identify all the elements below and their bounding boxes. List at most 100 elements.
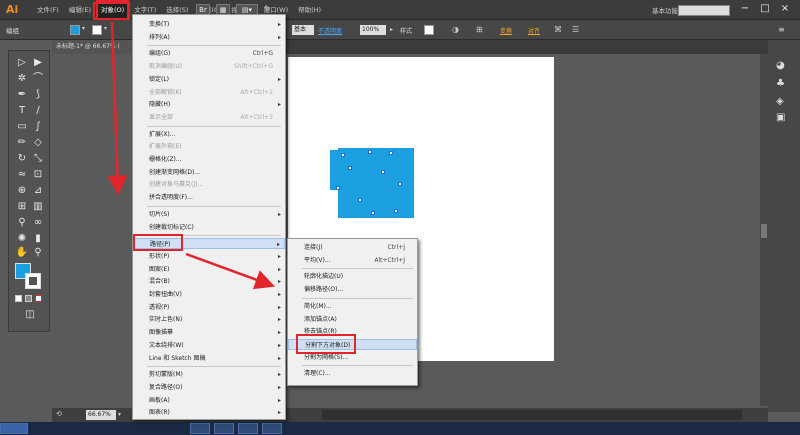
pencil-tool-icon[interactable]: ✏ bbox=[15, 137, 29, 149]
pen-tool-icon[interactable]: ✒ bbox=[15, 89, 29, 101]
selection-tool-icon[interactable]: ▷ bbox=[15, 57, 29, 69]
isolate-icon[interactable]: ⌘ bbox=[554, 25, 562, 34]
menu-option[interactable]: 切片(S) ▸ bbox=[133, 209, 285, 220]
fill-dropdown-icon[interactable]: ▾ bbox=[82, 25, 85, 32]
line-tool-icon[interactable]: / bbox=[31, 105, 45, 117]
menu-option[interactable]: 编组(G) Ctrl+G bbox=[133, 48, 285, 59]
menu-option[interactable]: 拼合透明度(F)... bbox=[133, 192, 285, 203]
curvature-tool-icon[interactable]: ⟆ bbox=[31, 89, 45, 101]
zoom-dropdown-icon[interactable]: ▾ bbox=[118, 411, 121, 418]
menu-option[interactable]: 图表(R) ▸ bbox=[133, 407, 285, 418]
type-tool-icon[interactable]: T bbox=[15, 105, 29, 117]
menu-option[interactable]: 排列(A) ▸ bbox=[133, 32, 285, 43]
menu-option[interactable]: 平均(V)... Alt+Ctrl+J bbox=[288, 255, 417, 266]
gradient-mode-icon[interactable] bbox=[25, 295, 32, 302]
opacity-link[interactable]: 不透明度 bbox=[318, 26, 342, 35]
perspective-grid-tool-icon[interactable]: ⊿ bbox=[31, 185, 45, 197]
menu-option[interactable]: 扩展(X)... bbox=[133, 129, 285, 140]
close-button[interactable]: × bbox=[776, 2, 794, 16]
stroke-dropdown-icon[interactable]: ▾ bbox=[104, 25, 107, 32]
menu-option[interactable]: 实时上色(N) ▸ bbox=[133, 314, 285, 325]
opacity-field[interactable]: 100% bbox=[360, 25, 386, 35]
layers-panel-icon[interactable]: ◈ bbox=[776, 96, 784, 107]
hand-tool-icon[interactable]: ✋ bbox=[15, 247, 29, 259]
menu-option[interactable]: 路径(P) ▸ bbox=[133, 238, 285, 250]
free-transform-tool-icon[interactable]: ⊡ bbox=[31, 169, 45, 181]
taskbar-app[interactable] bbox=[214, 423, 234, 434]
shape-builder-tool-icon[interactable]: ⊕ bbox=[15, 185, 29, 197]
anchor-point[interactable] bbox=[398, 182, 402, 186]
gradient-tool-icon[interactable]: ▥ bbox=[31, 201, 45, 213]
menu-item[interactable]: 帮助(H) bbox=[293, 0, 326, 20]
taskbar-app[interactable] bbox=[238, 423, 258, 434]
menu-option[interactable]: 变换(T) ▸ bbox=[133, 19, 285, 30]
menu-option[interactable]: 添加锚点(A) bbox=[288, 314, 417, 325]
maximize-button[interactable]: □ bbox=[756, 2, 774, 16]
brushes-panel-icon[interactable]: ♣ bbox=[776, 78, 785, 89]
gpu-icon[interactable]: ✎ bbox=[264, 4, 271, 13]
menu-option[interactable]: 清理(C)... bbox=[288, 368, 417, 379]
anchor-point[interactable] bbox=[389, 151, 393, 155]
anchor-point[interactable] bbox=[336, 186, 340, 190]
color-mode-icon[interactable] bbox=[15, 295, 22, 302]
menu-option[interactable]: 文本绕排(W) ▸ bbox=[133, 340, 285, 351]
menu-option[interactable]: 剪切蒙版(M) ▸ bbox=[133, 369, 285, 380]
vertical-scroll-thumb[interactable] bbox=[761, 224, 767, 238]
menu-option[interactable]: 透视(P) ▸ bbox=[133, 302, 285, 313]
taskbar-app[interactable] bbox=[190, 423, 210, 434]
eraser-tool-icon[interactable]: ◇ bbox=[31, 137, 45, 149]
anchor-point[interactable] bbox=[371, 211, 375, 215]
horizontal-scrollbar[interactable] bbox=[322, 410, 742, 420]
menu-option[interactable]: 隐藏(H) ▸ bbox=[133, 99, 285, 110]
menu-option[interactable]: 图案(E) ▸ bbox=[133, 264, 285, 275]
menu-option[interactable]: 创建渐变网格(D)... bbox=[133, 167, 285, 178]
menu-option[interactable]: 简化(M)... bbox=[288, 301, 417, 312]
rectangle-tool-icon[interactable]: ▭ bbox=[15, 121, 29, 133]
align-link[interactable]: 对齐 bbox=[528, 26, 540, 35]
mesh-tool-icon[interactable]: ⊞ bbox=[15, 201, 29, 213]
menu-option[interactable]: 连接(J) Ctrl+J bbox=[288, 242, 417, 253]
menu-option[interactable]: 封套扭曲(V) ▸ bbox=[133, 289, 285, 300]
transform-link[interactable]: 变换 bbox=[500, 26, 512, 35]
drawing-mode-icon[interactable]: ◫ bbox=[23, 309, 37, 321]
menu-option[interactable]: 图像描摹 ▸ bbox=[133, 327, 285, 338]
menu-option[interactable]: 分割为网格(S)... bbox=[288, 352, 417, 363]
menu-option[interactable]: 复合路径(O) ▸ bbox=[133, 382, 285, 393]
none-mode-icon[interactable] bbox=[35, 295, 42, 302]
stroke-swatch[interactable] bbox=[92, 25, 102, 35]
rotate-view-icon[interactable]: ⟲ bbox=[56, 410, 62, 418]
menu-option[interactable]: 创建裁切标记(C) bbox=[133, 222, 285, 233]
recolor-icon[interactable]: ◑ bbox=[452, 25, 459, 34]
anchor-point[interactable] bbox=[368, 150, 372, 154]
lasso-tool-icon[interactable]: ⌒ bbox=[31, 73, 45, 85]
rotate-tool-icon[interactable]: ↻ bbox=[15, 153, 29, 165]
stroke-style-field[interactable]: 基本 bbox=[292, 25, 314, 35]
menu-option[interactable]: 轮廓化描边(U) bbox=[288, 271, 417, 282]
control-bar-menu-icon[interactable]: ≡ bbox=[778, 25, 785, 34]
anchor-point[interactable] bbox=[381, 170, 385, 174]
menu-item[interactable]: 文件(F) bbox=[32, 0, 64, 20]
opacity-arrow-icon[interactable]: ▸ bbox=[390, 26, 393, 33]
scale-tool-icon[interactable]: ⤡ bbox=[31, 153, 45, 165]
minimize-button[interactable]: − bbox=[736, 2, 754, 16]
panel-options-icon[interactable]: ☰ bbox=[572, 25, 579, 34]
zoom-tool-icon[interactable]: ⚲ bbox=[31, 247, 45, 259]
menu-option[interactable]: 栅格化(Z)... bbox=[133, 154, 285, 165]
menu-option[interactable]: 偏移路径(O)... bbox=[288, 284, 417, 295]
fill-swatch[interactable] bbox=[70, 25, 80, 35]
vertical-scrollbar[interactable] bbox=[760, 54, 768, 406]
graphic-style-swatch[interactable] bbox=[424, 25, 434, 35]
paintbrush-tool-icon[interactable]: ∫ bbox=[31, 121, 45, 133]
blend-tool-icon[interactable]: ∞ bbox=[31, 217, 45, 229]
menu-option[interactable]: Line 和 Sketch 图稿 ▸ bbox=[133, 353, 285, 364]
direct-selection-tool-icon[interactable]: ▶ bbox=[31, 57, 45, 69]
selected-shape[interactable] bbox=[338, 148, 414, 218]
anchor-point[interactable] bbox=[358, 198, 362, 202]
menu-option[interactable]: 混合(B) ▸ bbox=[133, 276, 285, 287]
menu-option[interactable]: 画板(A) ▸ bbox=[133, 395, 285, 406]
menu-option[interactable]: 移去锚点(R) bbox=[288, 326, 417, 337]
stroke-color-swatch[interactable] bbox=[25, 273, 41, 289]
width-tool-icon[interactable]: ≈ bbox=[15, 169, 29, 181]
taskbar-app[interactable] bbox=[262, 423, 282, 434]
graph-tool-icon[interactable]: ▮ bbox=[31, 233, 45, 245]
